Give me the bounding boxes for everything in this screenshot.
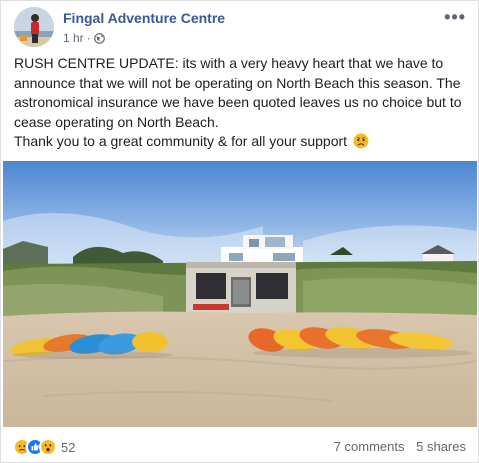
globe-icon[interactable] [93,32,105,44]
post-timestamp[interactable]: 1 hr [63,31,84,45]
post-message: RUSH CENTRE UPDATE: its with a very heav… [14,54,469,152]
post-thanks-line: Thank you to a great community & for all… [14,132,469,152]
post-footer: 52 7 comments 5 shares [1,427,478,463]
page-name-link[interactable]: Fingal Adventure Centre [63,10,225,26]
meta-separator: · [86,31,91,45]
page-avatar[interactable] [14,7,54,47]
beach-kayaks-photo[interactable] [3,161,477,427]
post-header: Fingal Adventure Centre 1 hr · ••• [1,1,478,49]
engagement-stats: 7 comments 5 shares [334,439,466,454]
post-meta: 1 hr · [63,31,105,45]
reaction-count[interactable]: 52 [61,440,75,455]
post-paragraph: RUSH CENTRE UPDATE: its with a very heav… [14,55,462,130]
sad-face-emoji [353,133,369,149]
reactions-summary[interactable]: 52 [13,438,75,456]
comments-link[interactable]: 7 comments [334,439,405,454]
more-options-icon[interactable]: ••• [444,7,466,28]
post-card: Fingal Adventure Centre 1 hr · ••• RUSH … [0,0,479,463]
wow-reaction-icon [39,438,57,456]
post-thanks-text: Thank you to a great community & for all… [14,133,348,149]
shares-link[interactable]: 5 shares [416,439,466,454]
